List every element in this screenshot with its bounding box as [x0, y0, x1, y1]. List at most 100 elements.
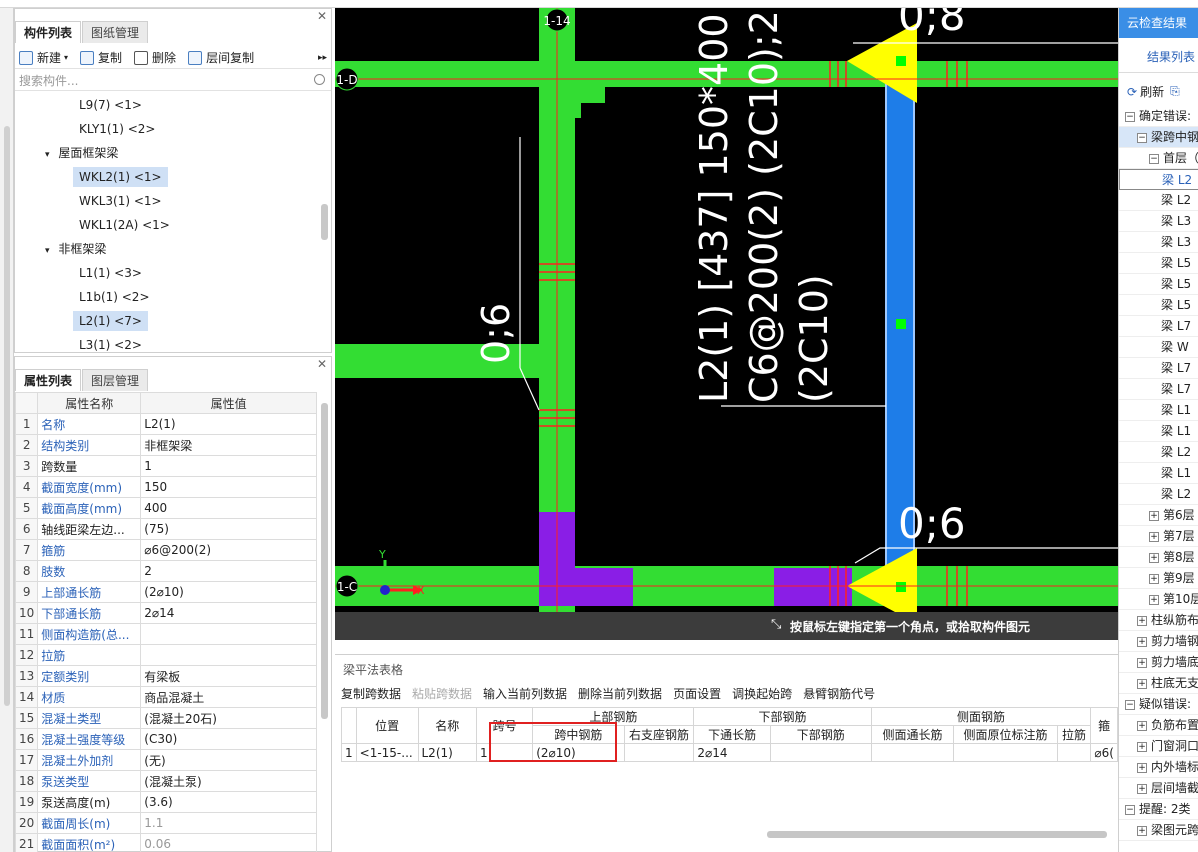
cell-position[interactable]: <1-15-... — [355, 743, 419, 762]
tree-scrollbar[interactable] — [321, 204, 328, 240]
check-result-item[interactable]: 梁 L7 — [1119, 358, 1198, 379]
check-result-item[interactable]: − 疑似错误: — [1119, 694, 1198, 715]
property-row[interactable]: 17 混凝土外加剂 (无) — [14, 749, 317, 771]
property-value[interactable]: 有梁板 — [140, 665, 317, 687]
search-icon[interactable] — [314, 74, 325, 85]
collapse-icon[interactable]: − — [1125, 804, 1135, 815]
check-result-item[interactable]: 梁 L3 — [1119, 211, 1198, 232]
check-result-item[interactable]: + 剪力墙钢 — [1119, 631, 1198, 652]
check-result-item[interactable]: + 梁图元跨 — [1119, 820, 1198, 841]
cad-viewport[interactable]: 1-14 1-D 1-C L2(1) [437] 150*400 C6@200(… — [335, 8, 1118, 640]
expand-icon[interactable]: + — [1149, 573, 1159, 584]
property-value[interactable]: ⌀6@200(2) — [140, 539, 317, 561]
check-result-item[interactable]: + 柱纵筋布 — [1119, 610, 1198, 631]
expand-icon[interactable]: + — [1149, 552, 1159, 563]
export-icon[interactable]: ⎘ — [1170, 84, 1180, 99]
tree-item[interactable]: L1(1) <3> — [15, 261, 315, 285]
property-row[interactable]: 10 下部通长筋 2⌀14 — [14, 602, 317, 624]
property-value[interactable]: (3.6) — [140, 791, 317, 813]
grip-point-top[interactable] — [896, 56, 906, 66]
cell-bot-through[interactable]: 2⌀14 — [693, 743, 771, 762]
property-row[interactable]: 18 泵送类型 (混凝土泵) — [14, 770, 317, 792]
tree-item[interactable]: WKL2(1) <1> — [15, 165, 315, 189]
expand-icon[interactable]: + — [1137, 657, 1147, 668]
property-value[interactable]: (混凝土泵) — [140, 770, 317, 792]
collapse-icon[interactable]: − — [1125, 111, 1135, 122]
property-value[interactable]: (混凝土20石) — [140, 707, 317, 729]
new-button[interactable]: 新建 ▾ — [19, 49, 68, 66]
tab-property-list[interactable]: 属性列表 — [15, 369, 82, 391]
cad-drawing[interactable]: 1-14 1-D 1-C L2(1) [437] 150*400 C6@200(… — [335, 8, 1118, 640]
property-value[interactable]: 2⌀14 — [140, 602, 317, 624]
check-result-item[interactable]: + 内外墙标 — [1119, 757, 1198, 778]
delete-button[interactable]: 删除 — [134, 49, 176, 66]
beam-table-button[interactable]: 页面设置 — [673, 685, 721, 702]
cell-stirrup[interactable]: ⌀6( — [1090, 743, 1118, 762]
refresh-button[interactable]: ⟳ 刷新 ⎘ — [1127, 83, 1180, 100]
check-result-item[interactable]: 梁 L5 — [1119, 274, 1198, 295]
check-result-item[interactable]: + 门窗洞口 — [1119, 736, 1198, 757]
property-value[interactable]: (2⌀10) — [140, 581, 317, 603]
close-icon[interactable]: ✕ — [317, 9, 327, 23]
column-left-foot[interactable] — [539, 568, 633, 606]
check-result-item[interactable]: + 负筋布置 — [1119, 715, 1198, 736]
property-value[interactable]: 商品混凝土 — [140, 686, 317, 708]
property-row[interactable]: 13 定额类别 有梁板 — [14, 665, 317, 687]
property-row[interactable]: 16 混凝土强度等级 (C30) — [14, 728, 317, 750]
table-hscrollbar[interactable] — [767, 831, 1107, 838]
property-row[interactable]: 15 混凝土类型 (混凝土20石) — [14, 707, 317, 729]
property-value[interactable]: 2 — [140, 560, 317, 582]
property-value[interactable]: 0.06 — [140, 833, 317, 852]
property-row[interactable]: 9 上部通长筋 (2⌀10) — [14, 581, 317, 603]
beam-table-button[interactable]: 调换起始跨 — [732, 685, 792, 702]
property-row[interactable]: 5 截面高度(mm) 400 — [14, 497, 317, 519]
collapse-icon[interactable]: − — [1149, 153, 1159, 164]
check-result-item[interactable]: + 剪力墙底 — [1119, 652, 1198, 673]
property-row[interactable]: 7 箍筋 ⌀6@200(2) — [14, 539, 317, 561]
expand-icon[interactable]: + — [1137, 615, 1147, 626]
check-result-item[interactable]: 梁 L7 — [1119, 316, 1198, 337]
collapse-icon[interactable]: − — [1137, 132, 1147, 143]
check-result-item[interactable]: 梁 W — [1119, 337, 1198, 358]
property-row[interactable]: 12 拉筋 — [14, 644, 317, 666]
property-row[interactable]: 4 截面宽度(mm) 150 — [14, 476, 317, 498]
cell-bot-rebar[interactable] — [769, 743, 872, 762]
component-search-input[interactable]: 搜索构件... — [15, 71, 331, 91]
beam-table-button[interactable]: 悬臂钢筋代号 — [803, 685, 875, 702]
property-row[interactable]: 6 轴线距梁左边... (75) — [14, 518, 317, 540]
tree-item[interactable]: L2(1) <7> — [15, 309, 315, 333]
check-result-item[interactable]: 梁 L7 — [1119, 379, 1198, 400]
close-icon[interactable]: ✕ — [317, 357, 327, 371]
expand-icon[interactable]: + — [1137, 741, 1147, 752]
cell-tie[interactable] — [1056, 743, 1092, 762]
tree-group[interactable]: ▾ 非框架梁 — [15, 237, 315, 261]
property-row[interactable]: 3 跨数量 1 — [14, 455, 317, 477]
property-row[interactable]: 8 肢数 2 — [14, 560, 317, 582]
more-icon[interactable]: ▸▸ — [318, 53, 327, 63]
check-result-item[interactable]: − 确定错误: — [1119, 106, 1198, 127]
column-right[interactable] — [774, 568, 852, 606]
expand-icon[interactable]: + — [1137, 636, 1147, 647]
property-value[interactable]: 150 — [140, 476, 317, 498]
check-result-item[interactable]: + 第6层 — [1119, 505, 1198, 526]
collapse-icon[interactable]: − — [1125, 699, 1135, 710]
check-result-item[interactable]: 梁 L5 — [1119, 295, 1198, 316]
check-result-item[interactable]: 梁 L3 — [1119, 232, 1198, 253]
property-value[interactable]: 1.1 — [140, 812, 317, 834]
expand-icon[interactable]: ▾ — [45, 246, 52, 256]
property-row[interactable]: 20 截面周长(m) 1.1 — [14, 812, 317, 834]
expand-icon[interactable]: + — [1149, 510, 1159, 521]
expand-icon[interactable]: + — [1137, 720, 1147, 731]
check-result-item[interactable]: + 第8层 — [1119, 547, 1198, 568]
property-value[interactable]: L2(1) — [140, 413, 317, 435]
expand-icon[interactable]: + — [1137, 825, 1147, 836]
expand-icon[interactable]: + — [1137, 762, 1147, 773]
copy-button[interactable]: 复制 — [80, 49, 122, 66]
check-result-item[interactable]: 梁 L1 — [1119, 463, 1198, 484]
property-value[interactable]: (75) — [140, 518, 317, 540]
tab-component-list[interactable]: 构件列表 — [15, 21, 82, 43]
expand-icon[interactable]: ▾ — [45, 150, 52, 160]
tab-layer-management[interactable]: 图层管理 — [82, 369, 149, 391]
tree-item[interactable]: L9(7) <1> — [15, 93, 315, 117]
tree-item[interactable]: WKL1(2A) <1> — [15, 213, 315, 237]
